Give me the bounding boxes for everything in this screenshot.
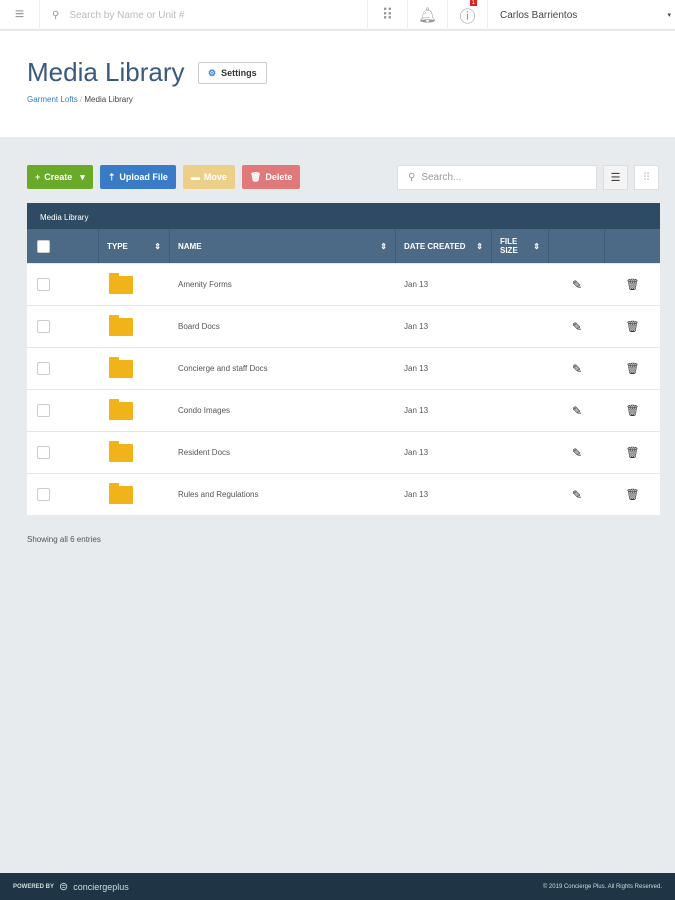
folder-icon xyxy=(109,398,133,420)
item-name[interactable]: Board Docs xyxy=(170,322,396,331)
page-title: Media Library xyxy=(27,57,185,87)
footer: POWERED BY ⊜ conciergeplus © 2019 Concierg… xyxy=(0,873,675,900)
user-menu[interactable]: Carlos Barrientos ▾ xyxy=(488,0,675,30)
trash-icon[interactable]: 🗑︎ xyxy=(605,488,660,501)
trash-icon[interactable]: 🗑︎ xyxy=(605,278,660,291)
delete-button[interactable]: 🗑︎ Delete xyxy=(241,165,301,189)
media-table: Media Library TYPE ⇕ NAME ⇕ DATE CREATED ⇕ … xyxy=(27,203,660,515)
item-name[interactable]: Rules and Regulations xyxy=(170,490,396,499)
trash-icon: 🗑︎ xyxy=(249,171,262,182)
menu-icon[interactable]: ≡ xyxy=(0,0,40,30)
item-date: Jan 13 xyxy=(404,406,429,415)
item-name[interactable]: Amenity Forms xyxy=(170,280,396,289)
table-row[interactable]: Amenity Forms Jan 13 ✎ 🗑︎ xyxy=(27,263,660,305)
grid-view-button[interactable]: ⠿ xyxy=(634,165,659,190)
row-checkbox[interactable] xyxy=(37,446,50,459)
list-icon: ☰ xyxy=(610,172,621,184)
folder-icon xyxy=(109,356,133,378)
trash-icon[interactable]: 🗑︎ xyxy=(605,404,660,417)
item-date: Jan 13 xyxy=(404,490,429,499)
item-date: Jan 13 xyxy=(404,322,429,331)
edit-pencil-icon[interactable]: ✎ xyxy=(549,404,605,418)
folder-icon: ▬ xyxy=(190,172,200,182)
row-checkbox[interactable] xyxy=(37,404,50,417)
row-checkbox[interactable] xyxy=(37,488,50,501)
table-row[interactable]: Rules and Regulations Jan 13 ✎ 🗑︎ xyxy=(27,473,660,515)
upload-icon: ⇡ xyxy=(107,171,116,182)
breadcrumb-link[interactable]: Garment Lofts xyxy=(27,95,78,104)
edit-pencil-icon[interactable]: ✎ xyxy=(549,278,605,292)
trash-icon[interactable]: 🗑︎ xyxy=(605,446,660,459)
table-row[interactable]: Concierge and staff Docs Jan 13 ✎ 🗑︎ xyxy=(27,347,660,389)
item-date: Jan 13 xyxy=(404,364,429,373)
global-search[interactable]: ⚲ Search by Name or Unit # xyxy=(40,0,368,30)
apps-grid-icon[interactable]: ⠿ xyxy=(368,0,408,30)
search-icon: ⚲ xyxy=(408,172,416,183)
top-bar: ≡ ⚲ Search by Name or Unit # ⠿ 🔔︎ ⓘ 1 Carl… xyxy=(0,0,675,30)
item-name[interactable]: Condo Images xyxy=(170,406,396,415)
list-view-button[interactable]: ☰ xyxy=(603,165,628,190)
table-search-input[interactable]: ⚲ Search... xyxy=(397,165,597,190)
search-icon: ⚲ xyxy=(52,9,60,21)
create-button[interactable]: + Create ▾ xyxy=(27,165,93,189)
item-name[interactable]: Resident Docs xyxy=(170,448,396,457)
row-checkbox[interactable] xyxy=(37,278,50,291)
item-date: Jan 13 xyxy=(404,448,429,457)
edit-pencil-icon[interactable]: ✎ xyxy=(549,362,605,376)
caret-down-icon: ▾ xyxy=(80,171,85,182)
table-row[interactable]: Resident Docs Jan 13 ✎ 🗑︎ xyxy=(27,431,660,473)
breadcrumb: Garment Lofts / Media Library xyxy=(27,95,133,104)
bell-icon[interactable]: 🔔︎ xyxy=(408,0,448,30)
info-icon[interactable]: ⓘ 1 xyxy=(448,0,488,30)
plus-icon: + xyxy=(35,172,41,182)
trash-icon[interactable]: 🗑︎ xyxy=(605,320,660,333)
edit-pencil-icon[interactable]: ✎ xyxy=(549,320,605,334)
item-name[interactable]: Concierge and staff Docs xyxy=(170,364,396,373)
notification-badge: 1 xyxy=(469,0,477,6)
folder-icon xyxy=(109,314,133,336)
upload-file-button[interactable]: ⇡ Upload File xyxy=(99,165,176,189)
sort-name[interactable]: NAME ⇕ xyxy=(170,229,396,263)
table-caption: Media Library xyxy=(27,203,660,229)
folder-icon xyxy=(109,440,133,462)
table-row[interactable]: Board Docs Jan 13 ✎ 🗑︎ xyxy=(27,305,660,347)
page-header: Media Library ⚙ Settings Garment Lofts / … xyxy=(0,31,675,137)
edit-pencil-icon[interactable]: ✎ xyxy=(549,488,605,502)
table-row[interactable]: Condo Images Jan 13 ✎ 🗑︎ xyxy=(27,389,660,431)
select-all-checkbox[interactable] xyxy=(37,239,50,253)
folder-icon xyxy=(109,272,133,294)
move-button[interactable]: ▬ Move xyxy=(182,165,235,189)
edit-pencil-icon[interactable]: ✎ xyxy=(549,446,605,460)
concierge-plus-logo-icon: ⊜ xyxy=(59,881,69,893)
grid-icon: ⠿ xyxy=(642,172,651,184)
table-header: TYPE ⇕ NAME ⇕ DATE CREATED ⇕ FILE SIZE ⇕ xyxy=(27,229,660,263)
item-date: Jan 13 xyxy=(404,280,429,289)
row-checkbox[interactable] xyxy=(37,362,50,375)
row-checkbox[interactable] xyxy=(37,320,50,333)
sort-type[interactable]: TYPE ⇕ xyxy=(99,229,170,263)
trash-icon[interactable]: 🗑︎ xyxy=(605,362,660,375)
chevron-down-icon: ▾ xyxy=(667,12,671,19)
gear-icon: ⚙ xyxy=(208,67,217,78)
folder-icon xyxy=(109,482,133,504)
settings-button[interactable]: ⚙ Settings xyxy=(198,62,267,84)
sort-file-size[interactable]: FILE SIZE ⇕ xyxy=(492,229,549,263)
sort-date-created[interactable]: DATE CREATED ⇕ xyxy=(396,229,492,263)
entries-count: Showing all 6 entries xyxy=(27,535,101,544)
